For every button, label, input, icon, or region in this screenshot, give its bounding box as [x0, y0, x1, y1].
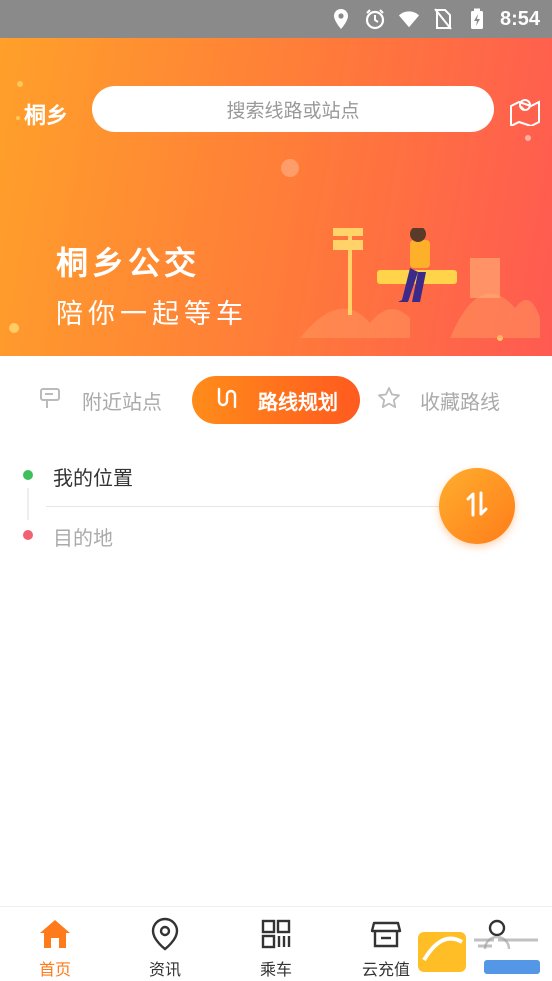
tab-favorite-routes[interactable]: 收藏路线 [376, 376, 500, 424]
swap-button[interactable] [439, 468, 515, 544]
tab-route-planning[interactable]: 路线规划 [192, 376, 360, 424]
status-bar: 8:54 [0, 0, 552, 38]
tab-label: 收藏路线 [420, 389, 500, 414]
nav-news[interactable]: 资讯 [110, 907, 220, 981]
tab-nearby-stations[interactable]: 附近站点 [38, 376, 162, 424]
nav-label: 首页 [38, 960, 71, 979]
watermark-logo [418, 932, 544, 974]
map-icon [508, 99, 542, 130]
banner-subtitle: 陪你一起等车 [56, 299, 248, 330]
tab-label: 路线规划 [258, 389, 338, 414]
star-icon [376, 385, 402, 416]
home-icon [38, 917, 72, 951]
tab-label: 附近站点 [82, 389, 162, 414]
clock: 8:54 [499, 7, 540, 30]
location-icon [330, 8, 352, 30]
no-sim-icon [432, 8, 454, 30]
banner-title: 桐乡公交 [56, 244, 201, 282]
divider [46, 506, 446, 507]
function-tabs: 附近站点 路线规划 收藏路线 [0, 376, 552, 424]
bus-stop-illustration [300, 228, 540, 338]
nav-ride[interactable]: 乘车 [221, 907, 331, 981]
map-button[interactable] [508, 96, 542, 128]
battery-charging-icon [466, 8, 488, 30]
search-placeholder: 搜索线路或站点 [226, 99, 360, 122]
nav-label: 资讯 [148, 960, 181, 979]
alarm-icon [364, 8, 386, 30]
header-banner: 桐乡 搜索线路或站点 桐乡公交 陪你一起等车 [0, 38, 552, 356]
nav-home[interactable]: 首页 [0, 907, 110, 981]
store-icon [369, 917, 403, 951]
city-selector[interactable]: 桐乡 [24, 98, 68, 130]
qr-code-icon [259, 917, 293, 951]
route-icon [214, 385, 240, 416]
swap-icon [462, 489, 492, 523]
search-input[interactable]: 搜索线路或站点 [92, 86, 494, 132]
wifi-icon [398, 8, 420, 30]
nav-label: 云充值 [361, 960, 410, 979]
route-connector [27, 488, 29, 520]
nav-label: 乘车 [259, 960, 292, 979]
route-planner: 我的位置 目的地 [0, 448, 552, 568]
bus-stop-icon [38, 386, 62, 415]
destination-dot [23, 530, 33, 540]
location-pin-icon [148, 917, 182, 951]
destination-field[interactable]: 目的地 [53, 522, 113, 551]
origin-dot [23, 470, 33, 480]
origin-field[interactable]: 我的位置 [53, 462, 133, 491]
